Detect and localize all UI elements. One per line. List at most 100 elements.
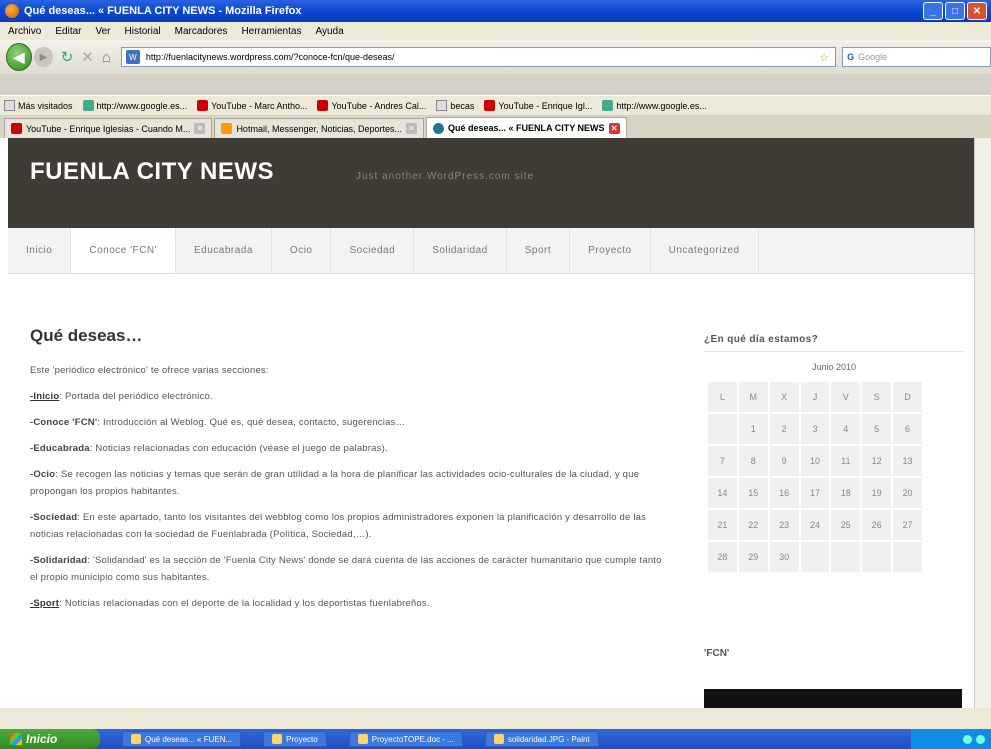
menu-ver[interactable]: Ver <box>95 26 110 37</box>
web-page: FUENLA CITY NEWS Just another WordPress.… <box>0 138 991 708</box>
bookmark-item[interactable]: becas <box>436 100 474 111</box>
start-label: Inicio <box>26 732 58 746</box>
google-search-icon[interactable]: G <box>847 52 854 62</box>
forward-button[interactable]: ▶ <box>34 47 53 67</box>
calendar-day[interactable]: 16 <box>769 478 799 508</box>
tab-active[interactable]: Qué deseas... « FUENLA CITY NEWS ✕ <box>426 117 627 138</box>
site-identity-icon[interactable]: W <box>125 50 140 64</box>
calendar-day[interactable]: 2 <box>769 414 799 444</box>
bookmark-star-icon[interactable]: ☆ <box>819 51 829 64</box>
calendar-day[interactable]: 4 <box>831 414 861 444</box>
nav-educabrada[interactable]: Educabrada <box>176 228 272 273</box>
section-conoce: -Conoce 'FCN': Introducción al Weblog. Q… <box>30 414 670 431</box>
calendar-day[interactable]: 8 <box>738 446 768 476</box>
section-name: -Ocio <box>30 469 56 480</box>
calendar-day[interactable]: 10 <box>800 446 830 476</box>
wordpress-icon <box>433 122 445 134</box>
calendar-day[interactable]: 9 <box>769 446 799 476</box>
bookmark-item[interactable]: YouTube - Enrique Igl... <box>484 100 592 111</box>
vertical-scrollbar[interactable] <box>974 138 991 708</box>
calendar-day[interactable]: 7 <box>708 446 737 476</box>
calendar-day[interactable]: 3 <box>800 414 830 444</box>
nav-inicio[interactable]: Inicio <box>8 228 72 273</box>
taskbar-item-firefox[interactable]: Qué deseas... « FUEN... <box>122 731 242 747</box>
menu-historial[interactable]: Historial <box>125 26 161 37</box>
bookmarks-bar: Más visitados http://www.google.es... Yo… <box>0 95 991 115</box>
calendar-day[interactable]: 11 <box>831 446 861 476</box>
calendar-day[interactable]: 1 <box>738 414 768 444</box>
nav-sociedad[interactable]: Sociedad <box>331 228 415 273</box>
minimize-button[interactable]: _ <box>923 2 943 20</box>
calendar-day[interactable]: 6 <box>893 414 922 444</box>
section-name: -Educabrada <box>30 443 90 454</box>
google-icon <box>602 100 614 111</box>
search-input[interactable]: G Google <box>842 47 991 67</box>
calendar-day[interactable]: 5 <box>862 414 892 444</box>
taskbar-item-folder[interactable]: Proyecto <box>263 731 327 747</box>
home-icon[interactable]: ⌂ <box>102 49 111 66</box>
menu-ayuda[interactable]: Ayuda <box>315 26 343 37</box>
close-button[interactable]: ✕ <box>967 2 987 20</box>
calendar-day[interactable]: 12 <box>862 446 892 476</box>
calendar-day[interactable]: 13 <box>893 446 922 476</box>
window-title: Qué deseas... « FUENLA CITY NEWS - Mozil… <box>24 5 302 17</box>
fcn-widget-image <box>704 689 962 708</box>
tab-close-icon[interactable]: ✕ <box>608 122 620 134</box>
nav-uncategorized[interactable]: Uncategorized <box>651 228 759 273</box>
maximize-button[interactable]: □ <box>945 2 965 20</box>
network-icon[interactable] <box>963 734 972 744</box>
section-name: -Solidaridad <box>30 555 88 566</box>
calendar-day[interactable]: 30 <box>769 542 799 572</box>
tab-hotmail[interactable]: Hotmail, Messenger, Noticias, Deportes..… <box>214 118 425 138</box>
site-title[interactable]: FUENLA CITY NEWS <box>30 158 274 186</box>
calendar-day[interactable]: 20 <box>893 478 922 508</box>
calendar-day[interactable]: 24 <box>800 510 830 540</box>
nav-solidaridad[interactable]: Solidaridad <box>414 228 507 273</box>
calendar-day[interactable]: 17 <box>800 478 830 508</box>
bookmark-item[interactable]: YouTube - Marc Antho... <box>197 100 307 111</box>
tab-close-icon[interactable]: ✕ <box>406 123 418 134</box>
volume-icon[interactable] <box>976 734 985 744</box>
start-button[interactable]: Inicio <box>0 729 100 749</box>
stop-icon[interactable]: ✕ <box>81 48 94 66</box>
reload-icon[interactable]: ↻ <box>61 48 74 66</box>
bookmark-item[interactable]: Más visitados <box>4 100 73 111</box>
url-bar[interactable]: W http://fuenlacitynews.wordpress.com/?c… <box>120 47 837 67</box>
menu-marcadores[interactable]: Marcadores <box>175 26 228 37</box>
bookmark-item[interactable]: http://www.google.es... <box>602 100 707 111</box>
nav-conoce-fcn[interactable]: Conoce 'FCN' <box>71 228 176 273</box>
bookmark-item[interactable]: http://www.google.es... <box>82 100 187 111</box>
nav-sport[interactable]: Sport <box>507 228 571 273</box>
menu-herramientas[interactable]: Herramientas <box>241 26 301 37</box>
nav-ocio[interactable]: Ocio <box>272 228 332 273</box>
task-label: solidaridad.JPG - Paint <box>507 734 590 744</box>
calendar-day[interactable]: 14 <box>708 478 737 508</box>
calendar-day[interactable]: 28 <box>708 542 737 572</box>
calendar-day[interactable]: 21 <box>708 510 737 540</box>
menu-archivo[interactable]: Archivo <box>8 26 41 37</box>
taskbar-item-word[interactable]: ProyectoTOPE.doc - ... <box>348 731 463 747</box>
nav-proyecto[interactable]: Proyecto <box>570 228 651 273</box>
inicio-link[interactable]: -Inicio <box>30 391 59 402</box>
calendar-day[interactable]: 25 <box>831 510 861 540</box>
calendar-day[interactable]: 15 <box>738 478 768 508</box>
sport-link[interactable]: -Sport <box>30 598 59 609</box>
calendar-day[interactable]: 19 <box>862 478 892 508</box>
tab-close-icon[interactable]: ✕ <box>194 123 206 134</box>
calendar-week: 21 22 23 24 25 26 27 <box>708 510 922 540</box>
bookmark-label: becas <box>450 100 475 111</box>
calendar-day[interactable]: 27 <box>893 510 922 540</box>
bookmark-label: Más visitados <box>18 100 73 111</box>
calendar-day[interactable]: 18 <box>831 478 861 508</box>
tab-youtube[interactable]: YouTube - Enrique Iglesias - Cuando M...… <box>4 118 213 138</box>
back-button[interactable]: ◀ <box>6 43 33 71</box>
calendar-day[interactable]: 23 <box>769 510 799 540</box>
youtube-icon <box>484 100 496 111</box>
sidebar: ¿En qué día estamos? Junio 2010 L M X J … <box>704 334 964 574</box>
taskbar-item-paint[interactable]: solidaridad.JPG - Paint <box>484 731 599 747</box>
calendar-day[interactable]: 26 <box>862 510 892 540</box>
calendar-day[interactable]: 29 <box>738 542 768 572</box>
calendar-day[interactable]: 22 <box>738 510 768 540</box>
menu-editar[interactable]: Editar <box>55 26 81 37</box>
bookmark-item[interactable]: YouTube - Andres Cal... <box>317 100 426 111</box>
